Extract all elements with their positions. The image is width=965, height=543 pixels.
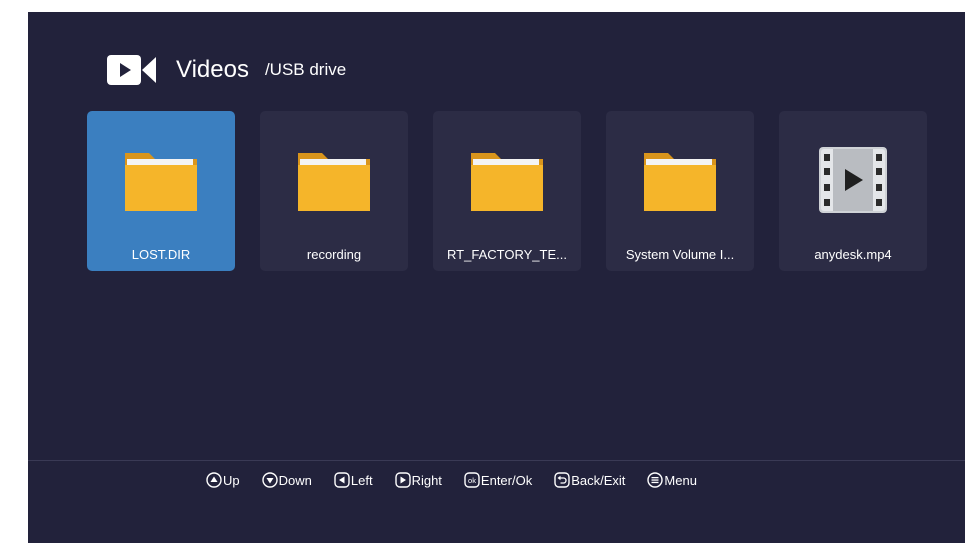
hint-right: Right bbox=[394, 472, 442, 488]
media-player-screen: Videos /USB drive LOST.DIR recording RT_… bbox=[28, 12, 965, 543]
hint-label: Back/Exit bbox=[571, 472, 626, 488]
file-tile-system-volume[interactable]: System Volume I... bbox=[606, 111, 754, 271]
hint-label: Left bbox=[350, 472, 373, 488]
down-arrow-icon bbox=[261, 472, 278, 488]
remote-hints-bar: Up Down Left Right ok Enter/Ok Back/Exit… bbox=[206, 472, 697, 488]
right-arrow-icon bbox=[394, 472, 411, 488]
hint-enter-ok: ok Enter/Ok bbox=[464, 472, 532, 488]
folder-icon bbox=[471, 153, 543, 211]
breadcrumb-path: /USB drive bbox=[264, 60, 347, 79]
page-title: Videos bbox=[176, 56, 249, 83]
file-name: LOST.DIR bbox=[131, 247, 191, 262]
back-icon bbox=[554, 472, 570, 488]
file-name: RT_FACTORY_TE... bbox=[447, 247, 567, 262]
hint-label: Enter/Ok bbox=[480, 472, 533, 488]
divider bbox=[28, 460, 965, 461]
video-file-icon bbox=[819, 147, 887, 213]
hint-label: Right bbox=[411, 472, 442, 488]
file-tile-lost-dir[interactable]: LOST.DIR bbox=[87, 111, 235, 271]
file-grid: LOST.DIR recording RT_FACTORY_TE... Syst… bbox=[87, 111, 927, 271]
svg-text:ok: ok bbox=[468, 476, 476, 485]
video-camera-icon bbox=[107, 55, 156, 85]
header: Videos /USB drive bbox=[106, 52, 346, 88]
ok-icon: ok bbox=[464, 472, 480, 488]
file-tile-recording[interactable]: recording bbox=[260, 111, 408, 271]
up-arrow-icon bbox=[206, 472, 222, 488]
hint-left: Left bbox=[334, 472, 373, 488]
file-name: anydesk.mp4 bbox=[814, 247, 892, 262]
menu-icon bbox=[647, 472, 664, 488]
folder-icon bbox=[644, 153, 716, 211]
file-tile-rt-factory[interactable]: RT_FACTORY_TE... bbox=[433, 111, 581, 271]
left-arrow-icon bbox=[334, 472, 350, 488]
hint-up: Up bbox=[206, 472, 240, 488]
hint-down: Down bbox=[261, 472, 312, 488]
file-name: recording bbox=[306, 247, 362, 262]
folder-icon bbox=[298, 153, 370, 211]
hint-label: Down bbox=[278, 472, 312, 488]
hint-label: Up bbox=[223, 472, 240, 488]
hint-label: Menu bbox=[664, 472, 697, 488]
file-tile-anydesk[interactable]: anydesk.mp4 bbox=[779, 111, 927, 271]
file-name: System Volume I... bbox=[625, 247, 735, 262]
folder-icon bbox=[125, 153, 197, 211]
hint-back-exit: Back/Exit bbox=[554, 472, 625, 488]
hint-menu: Menu bbox=[647, 472, 697, 488]
